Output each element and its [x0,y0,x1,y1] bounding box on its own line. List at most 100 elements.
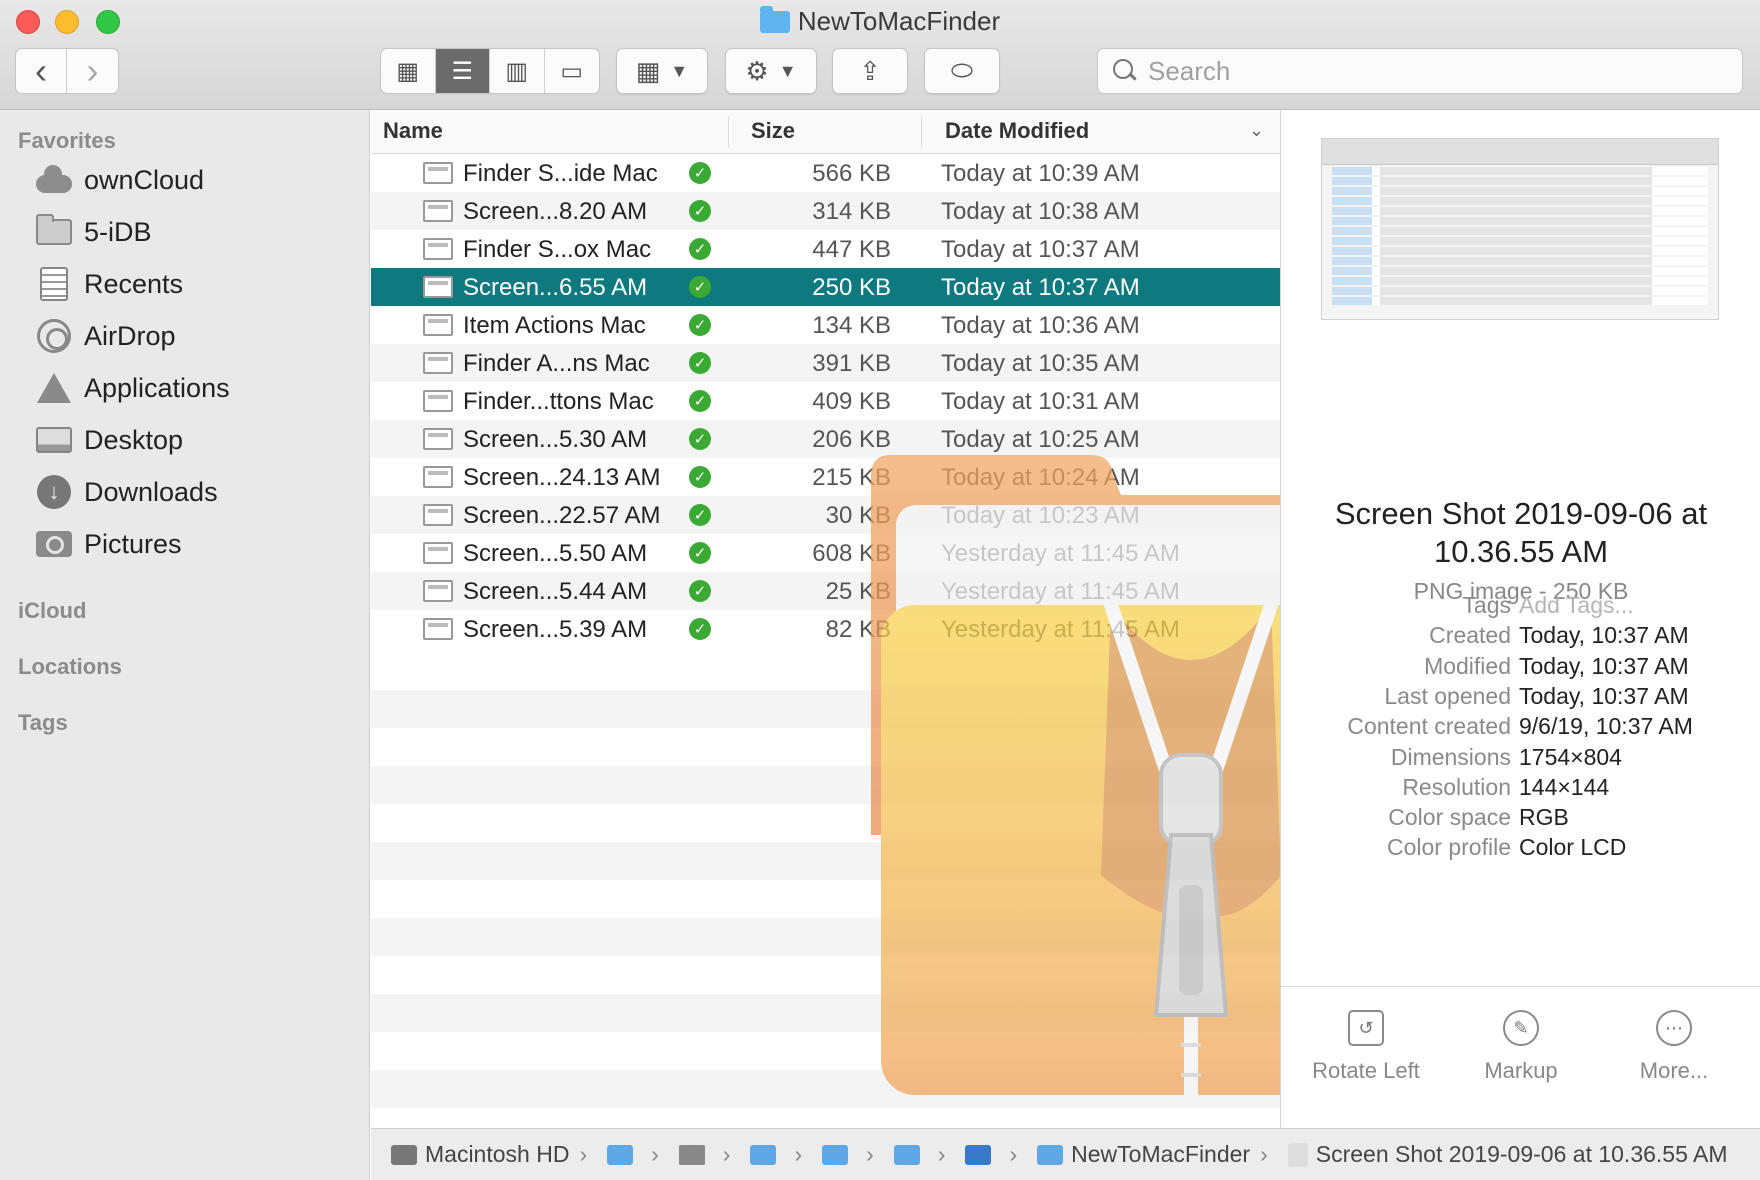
recents-icon [40,267,68,301]
file-rows: Finder S...ide Mac ✓ 566 KB Today at 10:39 … [371,154,1280,648]
forward-button[interactable]: › [67,49,118,93]
file-date-modified: Today at 10:39 AM [941,160,1140,187]
search-input[interactable] [1148,55,1708,87]
file-size: 608 KB [812,540,891,567]
sidebar-item-recents[interactable]: Recents [0,261,370,307]
sidebar-item-downloads[interactable]: ↓ Downloads [0,469,370,515]
file-date-modified: Today at 10:24 AM [941,464,1140,491]
table-row[interactable]: Item Actions Mac ✓ 134 KB Today at 10:36 AM [371,306,1280,344]
markup-button[interactable]: ✎ Markup [1446,1010,1596,1084]
sidebar-icloud-heading[interactable]: iCloud [18,598,86,624]
path-bar: Macintosh HD › › › › › › › NewToMacFinder… [371,1128,1760,1180]
sync-status-check-icon: ✓ [689,200,711,222]
png-file-icon [423,352,453,374]
file-size: 25 KB [825,578,891,605]
more-icon: ⋯ [1656,1010,1692,1046]
column-header-date-modified[interactable]: Date Modified [945,118,1089,144]
sidebar-item-owncloud[interactable]: ownCloud [0,157,370,203]
preview-thumbnail[interactable] [1321,138,1719,320]
sidebar-item-5-idb[interactable]: 5-iDB [0,209,370,255]
applications-icon [37,373,71,403]
tags-button[interactable]: ⬭ [924,48,1000,94]
sidebar-item-desktop[interactable]: Desktop [0,417,370,463]
back-button[interactable]: ‹ [16,49,68,93]
sidebar-item-airdrop[interactable]: AirDrop [0,313,370,359]
table-row[interactable]: Screen...5.39 AM ✓ 82 KB Yesterday at 11:45… [371,610,1280,648]
gallery-view-button[interactable]: ▭ [545,49,600,93]
icon-view-button[interactable]: ▦ [381,49,436,93]
group-button[interactable]: ▦ ▼ [616,48,708,94]
png-file-icon [423,466,453,488]
cloud-icon [36,165,72,193]
share-icon: ⇪ [859,55,881,86]
list-view-button[interactable]: ☰ [435,49,490,93]
path-item-home[interactable]: › [678,1141,730,1168]
path-item-macintosh-hd[interactable]: Macintosh HD › [391,1141,587,1168]
file-size: 206 KB [812,426,891,453]
table-row[interactable]: Screen...5.44 AM ✓ 25 KB Yesterday at 11:45… [371,572,1280,610]
nav-buttons: ‹ › [15,48,119,94]
table-row[interactable]: Screen...6.55 AM ✓ 250 KB Today at 10:37 AM [371,268,1280,306]
table-row[interactable]: Finder A...ns Mac ✓ 391 KB Today at 10:35 A… [371,344,1280,382]
table-row[interactable]: Screen...5.30 AM ✓ 206 KB Today at 10:25 AM [371,420,1280,458]
png-file-icon [423,162,453,184]
file-name: Screen...22.57 AM [463,502,661,529]
columns-icon: ▥ [505,57,529,85]
more-button[interactable]: ⋯ More... [1599,1010,1749,1084]
search-field[interactable] [1097,48,1743,94]
file-name: Item Actions Mac [463,312,646,339]
column-divider[interactable] [921,116,922,148]
table-row[interactable]: Finder S...ide Mac ✓ 566 KB Today at 10:39 … [371,154,1280,192]
path-item-file[interactable]: Screen Shot 2019-09-06 at 10.36.55 AM [1287,1141,1728,1168]
list-icon: ☰ [451,57,473,85]
file-name: Finder A...ns Mac [463,350,650,377]
home-icon [678,1144,705,1165]
chevron-left-icon: ‹ [35,50,47,91]
metadata-key: Content created [1347,713,1511,740]
column-header-size[interactable]: Size [751,118,795,144]
table-row[interactable]: Screen...22.57 AM ✓ 30 KB Today at 10:23 AM [371,496,1280,534]
path-item-folder[interactable]: › [893,1141,945,1168]
table-row[interactable]: Finder...ttons Mac ✓ 409 KB Today at 10:31 … [371,382,1280,420]
file-size: 82 KB [825,616,891,643]
sync-status-check-icon: ✓ [689,466,711,488]
metadata-row: Created Today, 10:37 AM [1281,622,1760,656]
column-header-name[interactable]: Name [383,118,443,144]
path-item-folder[interactable]: › [750,1141,802,1168]
sync-status-check-icon: ✓ [689,428,711,450]
sync-status-check-icon: ✓ [689,276,711,298]
path-item-folder[interactable]: › [822,1141,874,1168]
gallery-icon: ▭ [560,57,584,85]
list-empty-area[interactable] [371,652,1280,1128]
file-size: 215 KB [812,464,891,491]
add-tags-field[interactable]: Add Tags... [1519,592,1634,619]
action-button[interactable]: ⚙ ▼ [725,48,817,94]
column-view-button[interactable]: ▥ [490,49,545,93]
metadata-row: Color profile Color LCD [1281,834,1760,868]
path-item-users[interactable]: › [607,1141,659,1168]
path-item-idb[interactable]: › [965,1141,1017,1168]
file-date-modified: Yesterday at 11:45 AM [941,616,1180,643]
share-button[interactable]: ⇪ [832,48,908,94]
metadata-row: Last opened Today, 10:37 AM [1281,683,1760,717]
downloads-icon: ↓ [37,475,71,509]
table-row[interactable]: Screen...24.13 AM ✓ 215 KB Today at 10:24 A… [371,458,1280,496]
metadata-value: Today, 10:37 AM [1519,652,1689,679]
table-row[interactable]: Finder S...ox Mac ✓ 447 KB Today at 10:37 A… [371,230,1280,268]
path-item-newtomacfinder[interactable]: NewToMacFinder › [1037,1141,1268,1168]
sidebar-item-pictures[interactable]: Pictures [0,521,370,567]
metadata-key: Color profile [1387,834,1511,861]
table-row[interactable]: Screen...8.20 AM ✓ 314 KB Today at 10:38 AM [371,192,1280,230]
file-size: 447 KB [812,236,891,263]
file-name: Screen...24.13 AM [463,464,661,491]
sort-chevron-icon[interactable]: ⌄ [1249,120,1264,141]
column-divider[interactable] [728,116,729,148]
metadata-row: Tags Add Tags... [1281,592,1760,626]
sidebar-locations-heading[interactable]: Locations [18,654,122,680]
table-row[interactable]: Screen...5.50 AM ✓ 608 KB Yesterday at 11:4… [371,534,1280,572]
folder-icon [1037,1144,1064,1165]
rotate-left-button[interactable]: ↺ Rotate Left [1291,1010,1441,1084]
png-file-icon [423,618,453,640]
sidebar-tags-heading[interactable]: Tags [18,710,68,736]
sidebar-item-applications[interactable]: Applications [0,365,370,411]
